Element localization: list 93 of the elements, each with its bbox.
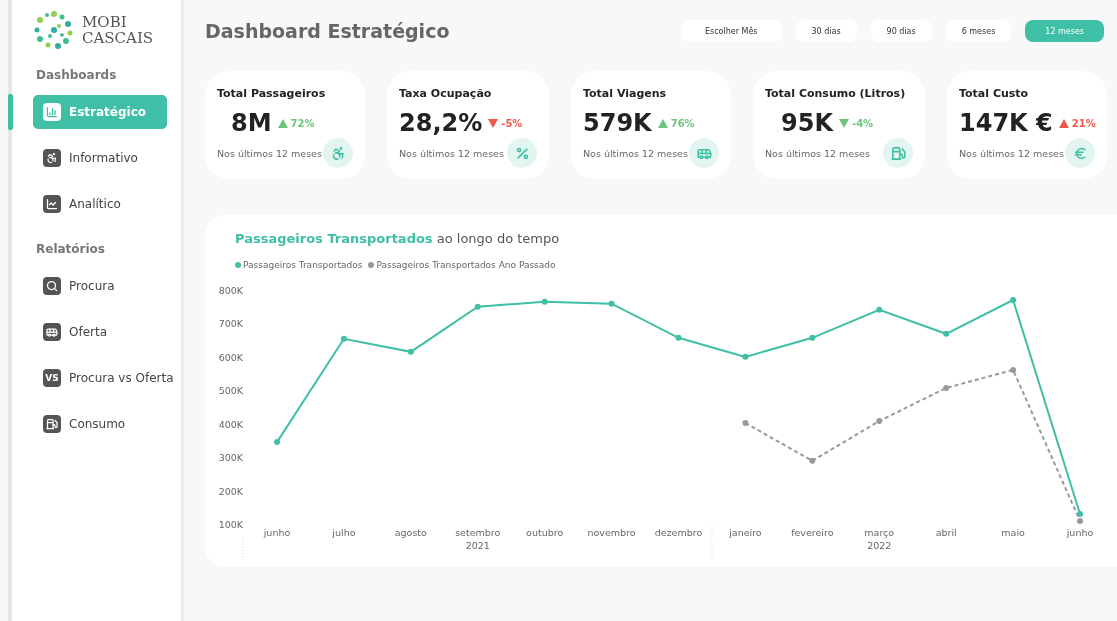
kpi-caption: Nos últimos 12 meses xyxy=(217,147,322,159)
axis-label: 300K xyxy=(218,452,243,464)
point xyxy=(1010,366,1017,373)
accessibility-icon xyxy=(43,149,61,167)
section-title: Relatórios xyxy=(35,241,106,258)
section-title: Dashboards xyxy=(35,67,118,84)
page-title: Dashboard Estratégico xyxy=(205,20,450,42)
kpi-delta: -5% xyxy=(501,117,523,129)
point xyxy=(340,335,347,342)
axis-label: setembro xyxy=(455,527,501,538)
point xyxy=(274,439,280,446)
point xyxy=(876,306,883,313)
nav-item[interactable]: Analítico xyxy=(33,187,167,221)
axis-label: dezembro xyxy=(654,527,703,538)
vs-icon: VS xyxy=(43,369,61,387)
accessibility-icon xyxy=(323,138,353,168)
kpi-caption: Nos últimos 12 meses xyxy=(765,147,870,159)
kpi-value: 95K xyxy=(781,109,833,137)
axis-label: junho xyxy=(1066,527,1094,538)
kpi-delta: 76% xyxy=(670,117,695,129)
nav-item[interactable]: Oferta xyxy=(33,315,167,349)
axis-label: julho xyxy=(332,527,356,538)
period-button[interactable]: Escolher Mês xyxy=(680,20,782,42)
kpi-delta: 72% xyxy=(290,117,315,129)
nav-item[interactable]: Informativo xyxy=(33,141,167,175)
chart-title: Passageiros Transportados ao longo do tempo xyxy=(235,231,561,246)
active-indicator xyxy=(8,94,13,130)
point xyxy=(675,334,682,341)
nav-item[interactable]: Procura xyxy=(33,269,167,303)
period-button[interactable]: 90 dias xyxy=(870,20,932,42)
point xyxy=(742,353,749,360)
nav-item[interactable]: VS Procura vs Oferta xyxy=(33,361,180,395)
search-icon xyxy=(43,277,61,295)
axis-label: abril xyxy=(935,527,957,538)
bus-icon xyxy=(43,323,61,341)
kpi-title: Total Consumo (Litros) xyxy=(765,87,907,100)
point xyxy=(1010,297,1017,304)
axis-label: 500K xyxy=(218,385,243,397)
logo-text: MOBI xyxy=(82,14,128,30)
bar-chart-icon xyxy=(43,103,61,121)
axis-label: 700K xyxy=(218,318,243,330)
point xyxy=(943,330,950,337)
axis-label: 100K xyxy=(218,519,243,530)
percent-icon xyxy=(507,138,537,168)
point xyxy=(1077,517,1083,524)
kpi-value: 579K xyxy=(583,109,652,137)
axis-label: outubro xyxy=(526,527,564,538)
axis-label: março xyxy=(864,527,895,538)
kpi-title: Total Viagens xyxy=(583,87,668,100)
axis-label: janeiro xyxy=(729,527,762,538)
point xyxy=(876,418,883,425)
nav-item[interactable]: Consumo xyxy=(33,407,167,441)
axis-label: agosto xyxy=(394,527,427,538)
axis-label: novembro xyxy=(587,527,636,538)
point xyxy=(943,384,950,391)
point xyxy=(742,420,749,427)
euro-icon xyxy=(1065,138,1095,168)
point xyxy=(541,298,548,305)
kpi-caption: Nos últimos 12 meses xyxy=(959,147,1064,159)
kpi-value: 28,2% xyxy=(399,109,483,137)
kpi-caption: Nos últimos 12 meses xyxy=(583,147,688,159)
axis-label: junho xyxy=(263,527,291,538)
axis-label: 2021 xyxy=(465,540,490,551)
axis-label: 600K xyxy=(218,351,243,363)
axis-label: 800K xyxy=(218,285,243,296)
point xyxy=(809,457,816,464)
logo-icon xyxy=(34,10,74,50)
kpi-title: Taxa Ocupação xyxy=(399,87,493,100)
point xyxy=(809,334,816,341)
axis-label: fevereiro xyxy=(791,527,834,538)
legend-item: Passageiros Transportados xyxy=(235,260,363,270)
kpi-delta: -4% xyxy=(852,117,874,129)
axis-label: maio xyxy=(1001,527,1025,538)
point xyxy=(474,303,481,310)
period-button[interactable]: 6 meses xyxy=(945,20,1012,42)
axis-label: 2022 xyxy=(867,540,892,551)
line-chart-icon xyxy=(43,195,61,213)
kpi-title: Total Passageiros xyxy=(217,87,327,100)
logo-text: CASCAIS xyxy=(82,30,154,46)
kpi-value: 8M xyxy=(231,109,272,137)
kpi-caption: Nos últimos 12 meses xyxy=(399,147,504,159)
point xyxy=(608,300,615,307)
kpi-value: 147K € xyxy=(959,109,1053,137)
bus-icon xyxy=(689,138,719,168)
axis-label: 200K xyxy=(218,485,243,497)
axis-label: 400K xyxy=(218,418,243,430)
kpi-delta: 21% xyxy=(1071,117,1096,129)
legend-item: Passageiros Transportados Ano Passado xyxy=(368,260,556,270)
fuel-pump-icon xyxy=(43,415,61,433)
period-button[interactable]: 30 dias xyxy=(795,20,857,42)
fuel-pump-icon xyxy=(883,138,913,168)
point xyxy=(407,348,414,355)
kpi-title: Total Custo xyxy=(959,87,1030,100)
